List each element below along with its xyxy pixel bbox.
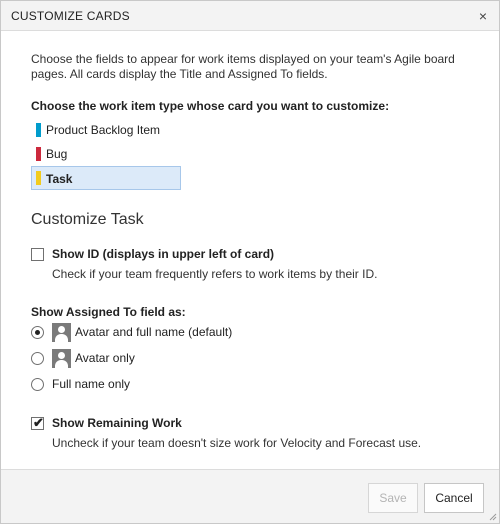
work-item-type-list: Product Backlog Item Bug Task [31, 118, 181, 190]
type-color-swatch [36, 123, 41, 137]
dialog-title: CUSTOMIZE CARDS [11, 9, 130, 23]
type-color-swatch [36, 171, 41, 185]
radio-button[interactable] [31, 378, 44, 391]
show-remaining-work-label[interactable]: Show Remaining Work [52, 416, 182, 430]
show-id-description: Check if your team frequently refers to … [52, 267, 378, 281]
show-remaining-work-description: Uncheck if your team doesn't size work f… [52, 436, 422, 450]
avatar-icon [52, 323, 71, 342]
resize-grip-icon[interactable] [489, 513, 497, 521]
customize-cards-dialog: CUSTOMIZE CARDS × Choose the fields to a… [0, 0, 500, 524]
radio-label[interactable]: Avatar only [75, 351, 135, 365]
dialog-footer: Save Cancel [1, 469, 499, 523]
type-color-swatch [36, 147, 41, 161]
type-item-bug[interactable]: Bug [31, 142, 181, 166]
show-remaining-work-checkbox[interactable]: ✔ [31, 415, 44, 430]
dialog-titlebar: CUSTOMIZE CARDS × [1, 1, 499, 31]
radio-button[interactable] [31, 352, 44, 365]
work-item-type-label: Choose the work item type whose card you… [31, 99, 390, 113]
radio-label[interactable]: Full name only [52, 377, 130, 391]
assigned-to-label: Show Assigned To field as: [31, 305, 186, 319]
type-item-product-backlog-item[interactable]: Product Backlog Item [31, 118, 181, 142]
save-button[interactable]: Save [368, 483, 418, 513]
cancel-button[interactable]: Cancel [424, 483, 484, 513]
close-icon[interactable]: × [473, 6, 493, 26]
radio-selected-dot [35, 330, 40, 335]
checkmark-icon: ✔ [33, 415, 44, 430]
type-item-label: Bug [46, 147, 68, 161]
type-item-label: Task [46, 172, 73, 186]
show-id-checkbox[interactable] [31, 248, 44, 261]
avatar-icon [52, 349, 71, 368]
type-item-task[interactable]: Task [31, 166, 181, 190]
type-item-label: Product Backlog Item [46, 123, 161, 137]
show-id-label[interactable]: Show ID (displays in upper left of card) [52, 247, 274, 261]
radio-button[interactable] [31, 326, 44, 339]
intro-text: Choose the fields to appear for work ite… [31, 52, 455, 81]
customize-heading: Customize Task [31, 211, 144, 228]
radio-label[interactable]: Avatar and full name (default) [75, 325, 232, 339]
